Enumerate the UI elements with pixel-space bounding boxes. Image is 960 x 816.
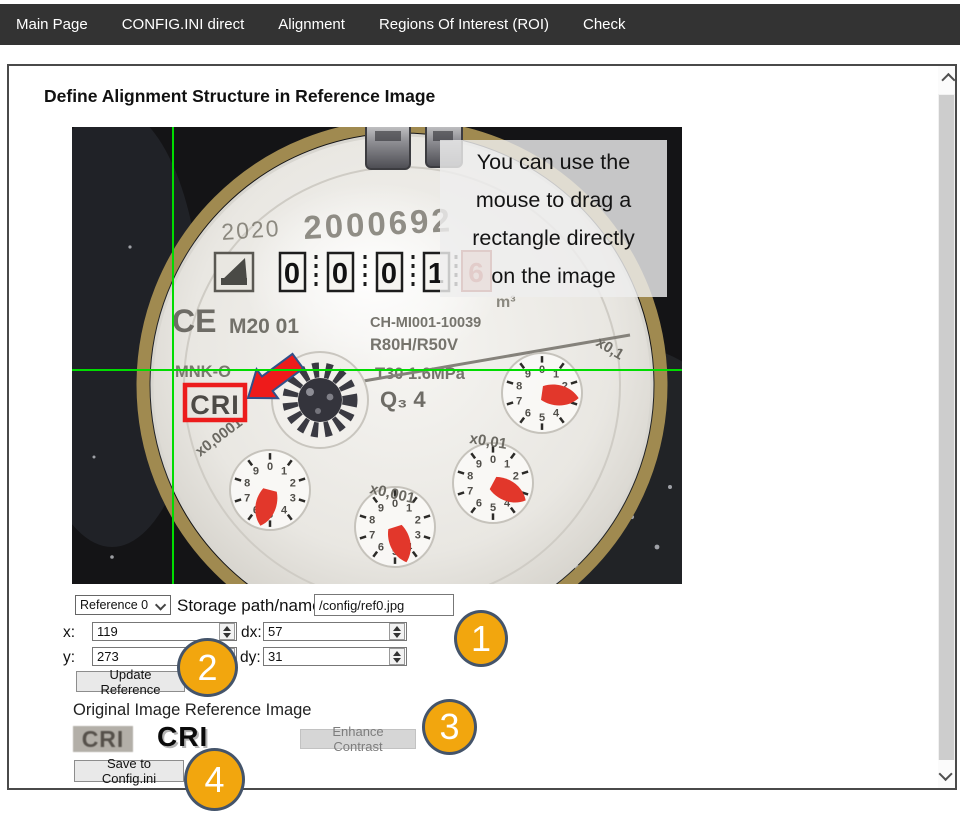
dy-label: dy: xyxy=(240,649,261,667)
svg-text:9: 9 xyxy=(378,503,384,515)
meter-logo-icon xyxy=(215,253,253,291)
temp-pressure: T30 1.6MPa xyxy=(375,365,466,383)
svg-text:7: 7 xyxy=(516,395,522,407)
reference-image-canvas[interactable]: 2020 2000692 0 0 0 1 xyxy=(72,127,682,584)
alignment-horizontal-line xyxy=(72,369,682,371)
svg-text:9: 9 xyxy=(253,466,259,478)
nav-roi[interactable]: Regions Of Interest (ROI) xyxy=(379,16,549,33)
callout-4: 4 xyxy=(184,748,245,811)
save-to-config-button[interactable]: Save to Config.ini xyxy=(74,760,184,782)
scroll-up-icon xyxy=(941,73,955,87)
y-label: y: xyxy=(63,649,75,667)
reference-select-value: Reference 0 xyxy=(80,598,148,612)
svg-text:8: 8 xyxy=(244,478,250,490)
svg-text:6: 6 xyxy=(378,541,384,553)
reference-image-label: Reference Image xyxy=(185,701,312,719)
chevron-down-icon xyxy=(155,599,166,610)
dial-x0-0001: 0123456789 xyxy=(230,450,310,530)
update-reference-button[interactable]: Update Reference xyxy=(76,671,185,692)
x-spinner[interactable] xyxy=(219,623,235,640)
svg-text:3: 3 xyxy=(415,529,421,541)
original-image-label: Original Image xyxy=(73,701,180,719)
scroll-up-button[interactable] xyxy=(938,66,955,94)
scroll-down-button[interactable] xyxy=(938,760,955,788)
dial-x0-1: 0123456789 xyxy=(502,353,582,433)
callout-2: 2 xyxy=(177,638,238,697)
svg-text:0: 0 xyxy=(381,258,397,290)
scroll-down-icon xyxy=(938,767,952,781)
dx-label: dx: xyxy=(241,624,262,642)
callout-1: 1 xyxy=(454,610,508,667)
svg-text:9: 9 xyxy=(476,459,482,471)
dy-input[interactable] xyxy=(263,647,407,666)
svg-text:1: 1 xyxy=(281,466,287,478)
svg-text:8: 8 xyxy=(516,381,522,393)
dy-spinner[interactable] xyxy=(389,648,405,665)
reference-crop-image: CRI xyxy=(157,721,208,753)
svg-text:4: 4 xyxy=(553,407,560,419)
scrollbar-thumb[interactable] xyxy=(939,95,954,763)
callout-3: 3 xyxy=(422,699,477,755)
svg-text:8: 8 xyxy=(467,471,473,483)
model-code: CH-MI001-10039 xyxy=(370,315,481,331)
compare-captions: Original Image Reference Image xyxy=(73,701,311,720)
svg-text:5: 5 xyxy=(539,412,545,424)
top-navbar: Main Page CONFIG.INI direct Alignment Re… xyxy=(0,4,960,45)
dial-x0-01: 0123456789 xyxy=(453,443,533,523)
svg-text:0: 0 xyxy=(490,454,496,466)
ce-mark: CE xyxy=(172,303,216,339)
svg-text:7: 7 xyxy=(467,485,473,497)
svg-text:0: 0 xyxy=(267,461,273,473)
q3-label: Q₃ 4 xyxy=(380,387,426,412)
nav-alignment[interactable]: Alignment xyxy=(278,16,345,33)
svg-text:3: 3 xyxy=(290,492,296,504)
ratio-text: R80H/R50V xyxy=(370,336,458,354)
svg-text:8: 8 xyxy=(369,515,375,527)
approval-text: M20 01 xyxy=(229,315,299,338)
original-crop-image: CRI xyxy=(73,726,133,752)
svg-text:0: 0 xyxy=(284,258,300,290)
enhance-contrast-button[interactable]: Enhance Contrast xyxy=(300,729,416,749)
svg-text:5: 5 xyxy=(490,502,496,514)
svg-text:2: 2 xyxy=(415,515,421,527)
dx-input[interactable] xyxy=(263,622,407,641)
x-label: x: xyxy=(63,624,75,642)
nav-check[interactable]: Check xyxy=(583,16,626,33)
svg-text:2: 2 xyxy=(513,471,519,483)
page: Main Page CONFIG.INI direct Alignment Re… xyxy=(0,0,960,816)
svg-text:7: 7 xyxy=(244,492,250,504)
svg-text:7: 7 xyxy=(369,529,375,541)
svg-text:6: 6 xyxy=(525,407,531,419)
meter-year-etched: 2020 xyxy=(221,215,282,245)
svg-text:1: 1 xyxy=(504,459,510,471)
nav-config-ini[interactable]: CONFIG.INI direct xyxy=(122,16,245,33)
svg-text:2: 2 xyxy=(290,478,296,490)
svg-text:6: 6 xyxy=(476,497,482,509)
meter-serial-etched: 2000692 xyxy=(302,201,453,246)
storage-path-input[interactable] xyxy=(314,594,454,616)
cri-text-on-dial: CRI xyxy=(190,390,240,420)
dx-spinner[interactable] xyxy=(389,623,405,640)
storage-path-label: Storage path/name: xyxy=(177,596,326,616)
alignment-vertical-line xyxy=(172,127,174,584)
page-title: Define Alignment Structure in Reference … xyxy=(44,86,435,107)
nav-main-page[interactable]: Main Page xyxy=(16,16,88,33)
reference-select[interactable]: Reference 0 xyxy=(75,595,171,615)
svg-text:4: 4 xyxy=(281,504,288,516)
drag-hint-tooltip: You can use the mouse to drag a rectangl… xyxy=(440,140,667,297)
svg-text:0: 0 xyxy=(332,258,348,290)
type-code: MNK-O xyxy=(175,363,231,381)
